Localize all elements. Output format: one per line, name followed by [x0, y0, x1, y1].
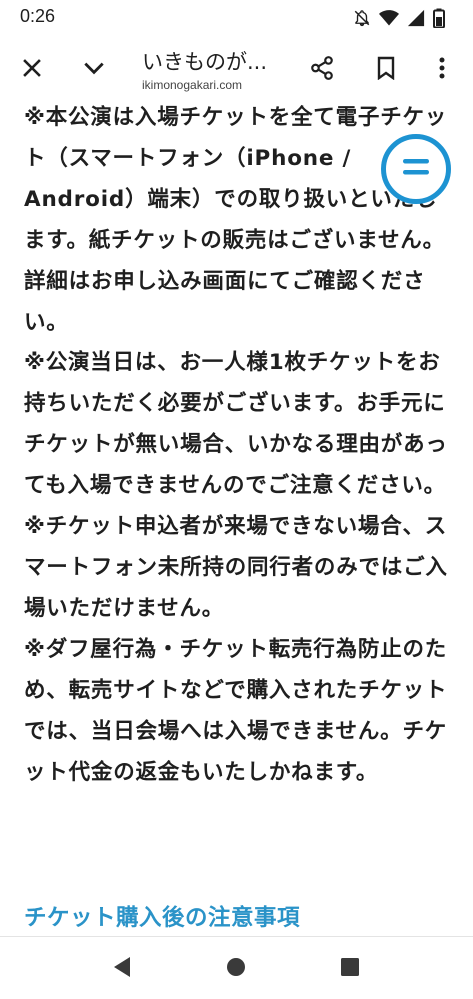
bookmark-icon — [375, 56, 397, 84]
status-icons — [353, 8, 445, 32]
page-url: ikimonogakari.com — [142, 78, 243, 92]
page-title: いきものが... — [142, 50, 268, 74]
more-options-button[interactable] — [420, 48, 464, 92]
signal-icon — [407, 9, 425, 31]
notice-paragraph-3: ※チケット申込者が来場できない場合、スマートフォン未所持の同行者のみではご入場い… — [24, 514, 448, 621]
battery-icon — [433, 8, 445, 32]
section-heading: チケット購入後の注意事項 — [24, 905, 301, 931]
chevron-down-icon — [81, 55, 107, 85]
share-icon — [309, 55, 335, 85]
custom-tab-toolbar: いきものが... ikimonogakari.com — [0, 36, 473, 104]
notice-paragraph-1: ※本公演は入場チケットを全て電子チケット（スマートフォン（iPhone / An… — [24, 105, 448, 335]
recents-square-icon — [340, 957, 360, 981]
home-button[interactable] — [220, 953, 252, 985]
more-vert-icon — [438, 56, 446, 84]
recents-button[interactable] — [334, 953, 366, 985]
back-triangle-icon — [112, 956, 132, 982]
status-bar: 0:26 — [0, 0, 473, 36]
mute-bell-icon — [353, 9, 371, 31]
notice-paragraph-4: ※ダフ屋行為・チケット転売行為防止のため、転売サイトなどで購入されたチケットでは… — [24, 636, 448, 785]
share-button[interactable] — [300, 48, 344, 92]
notice-paragraph-2: ※公演当日は、お一人様1枚チケットをお持ちいただく必要がございます。お手元にチケ… — [24, 350, 448, 499]
floating-menu-button[interactable] — [381, 134, 451, 204]
wifi-icon — [379, 9, 399, 31]
equals-menu-icon — [401, 156, 431, 182]
notice-article: ※本公演は入場チケットを全て電子チケット（スマートフォン（iPhone / An… — [24, 104, 454, 793]
home-circle-icon — [226, 957, 246, 981]
minimize-button[interactable] — [72, 48, 116, 92]
status-time: 0:26 — [20, 6, 56, 26]
close-icon — [20, 56, 44, 84]
system-navigation-bar — [0, 936, 473, 999]
page-content: ※本公演は入場チケットを全て電子チケット（スマートフォン（iPhone / An… — [0, 104, 473, 936]
close-button[interactable] — [10, 48, 54, 92]
bookmark-button[interactable] — [364, 48, 408, 92]
back-button[interactable] — [106, 953, 138, 985]
